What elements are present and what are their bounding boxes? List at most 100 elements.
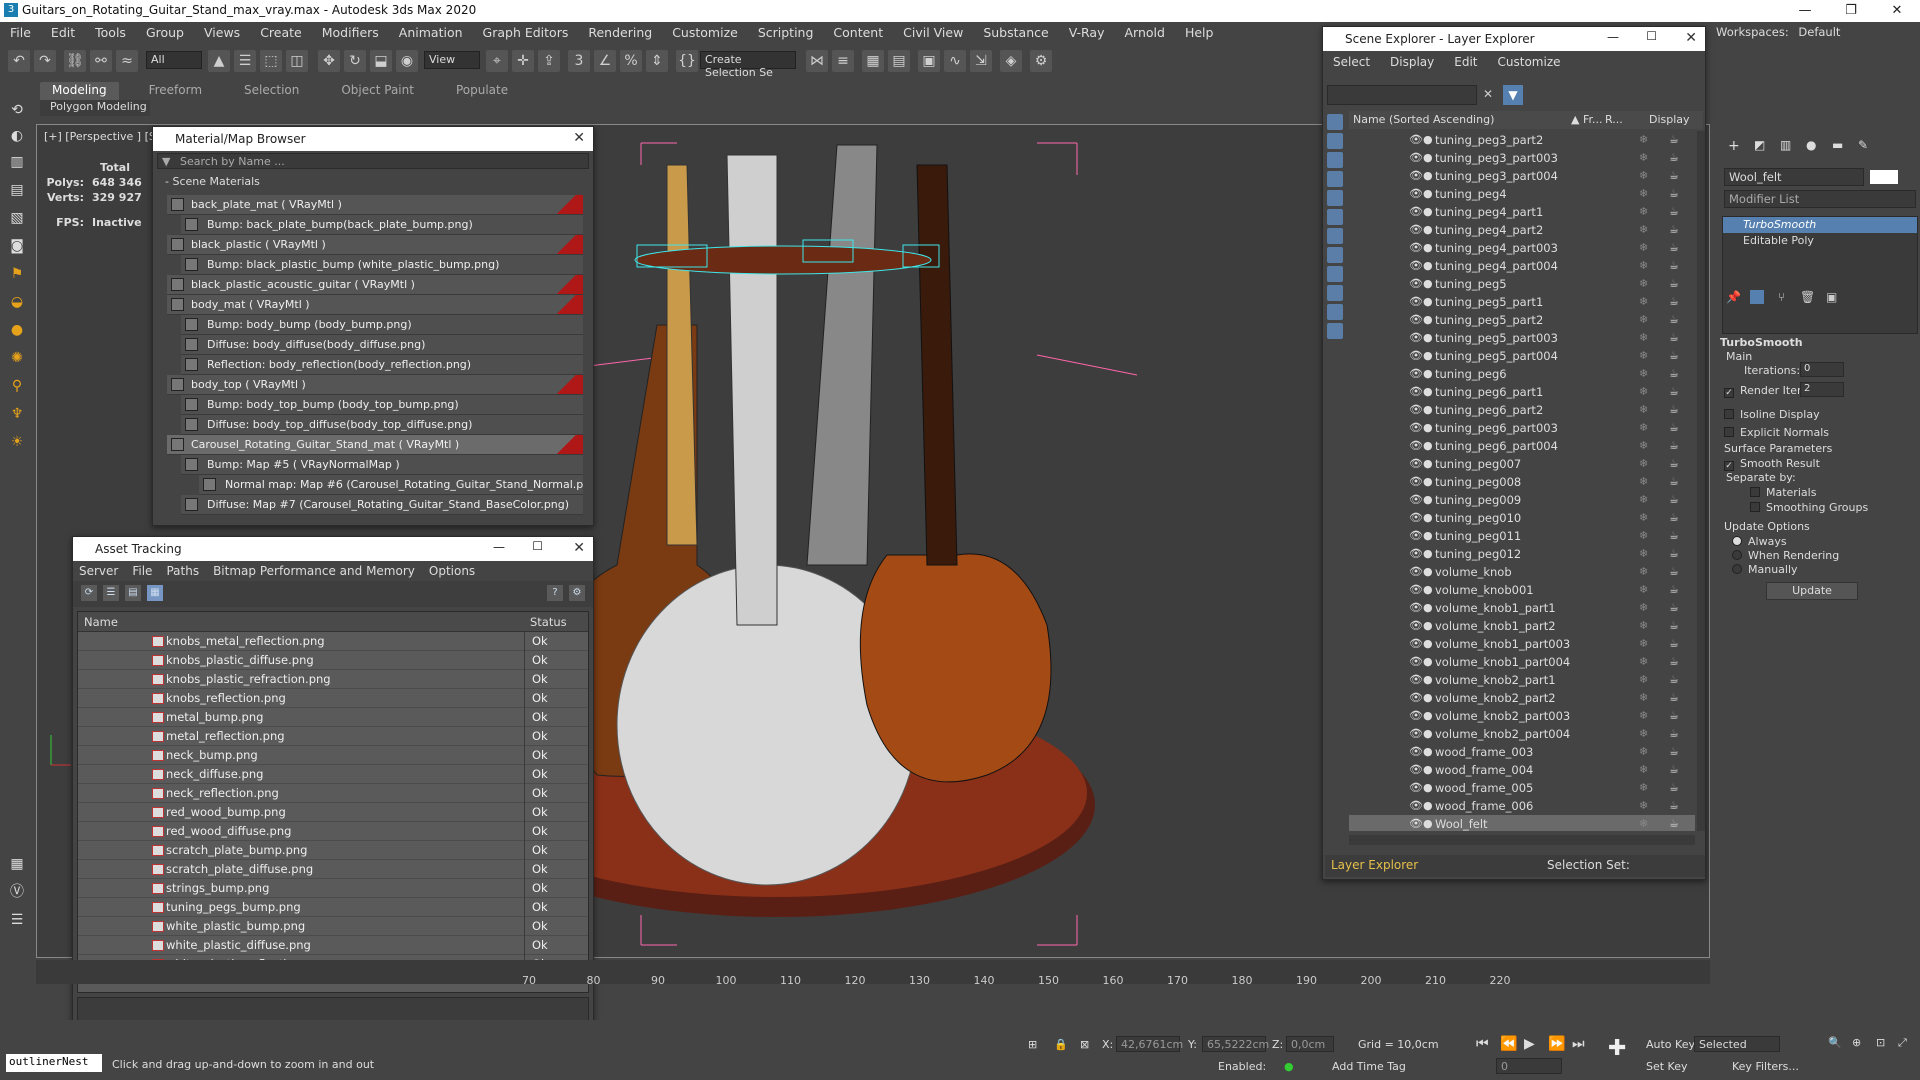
- map-item[interactable]: Bump: black_plastic_bump (white_plastic_…: [181, 255, 583, 275]
- freeze-icon[interactable]: ❄: [1639, 637, 1648, 650]
- visibility-eye-icon[interactable]: 👁●: [1409, 475, 1433, 488]
- menu-customize[interactable]: Customize: [662, 25, 748, 40]
- utilities-tab-icon[interactable]: ✎: [1858, 138, 1868, 152]
- smooth-result-checkbox[interactable]: ✓: [1724, 461, 1734, 471]
- key-mode-dropdown[interactable]: Selected: [1694, 1036, 1780, 1052]
- material-item[interactable]: Carousel_Rotating_Guitar_Stand_mat ( VRa…: [167, 435, 583, 455]
- list-item[interactable]: 👁● wood_frame_003 ❄ ☕: [1349, 743, 1695, 761]
- tab-populate[interactable]: Populate: [444, 82, 520, 100]
- tree-view-icon[interactable]: ▤: [125, 585, 141, 601]
- spacewarps-filter-icon[interactable]: [1327, 209, 1343, 225]
- material-item[interactable]: body_mat ( VRayMtl ): [167, 295, 583, 315]
- configure-sets-icon[interactable]: ▣: [1826, 290, 1837, 304]
- display-teapot-icon[interactable]: ☕: [1669, 727, 1679, 740]
- render-iters-spinner[interactable]: 2: [1800, 382, 1844, 397]
- scene-materials-header[interactable]: - Scene Materials: [157, 175, 589, 193]
- hierarchy-tab-icon[interactable]: ▥: [1780, 138, 1791, 152]
- material-item[interactable]: body_top ( VRayMtl ): [167, 375, 583, 395]
- scene-list-scrollbar[interactable]: [1697, 131, 1705, 831]
- table-row[interactable]: scratch_plate_diffuse.png Ok: [78, 860, 588, 879]
- visibility-eye-icon[interactable]: 👁●: [1409, 223, 1433, 236]
- keyboard-shortcut-icon[interactable]: ⇪: [538, 50, 560, 72]
- display-teapot-icon[interactable]: ☕: [1669, 709, 1679, 722]
- column-name[interactable]: Name: [84, 615, 118, 629]
- list-item[interactable]: 👁● tuning_peg007 ❄ ☕: [1349, 455, 1695, 473]
- visibility-eye-icon[interactable]: 👁●: [1409, 367, 1433, 380]
- visibility-eye-icon[interactable]: 👁●: [1409, 781, 1433, 794]
- display-tab-icon[interactable]: ▬: [1832, 138, 1843, 152]
- redo-icon[interactable]: ↷: [34, 50, 56, 72]
- material-browser-titlebar[interactable]: Material/Map Browser ✕: [153, 127, 593, 151]
- list-item[interactable]: 👁● tuning_peg4_part2 ❄ ☕: [1349, 221, 1695, 239]
- map-item[interactable]: Diffuse: body_top_diffuse(body_top_diffu…: [181, 415, 583, 435]
- list-item[interactable]: 👁● tuning_peg011 ❄ ☕: [1349, 527, 1695, 545]
- container-icon[interactable]: ▤: [7, 180, 27, 200]
- table-row[interactable]: neck_bump.png Ok: [78, 746, 588, 765]
- timeline[interactable]: 70 80 90 100 110 120 130 140 150 160 170 180 190 200 2…: [36, 960, 1710, 987]
- display-teapot-icon[interactable]: ☕: [1669, 817, 1679, 830]
- visibility-eye-icon[interactable]: 👁●: [1409, 331, 1433, 344]
- absolute-mode-icon[interactable]: ⊠: [1080, 1038, 1089, 1051]
- viewport-label[interactable]: [+] [Perspective ] [St: [44, 130, 160, 143]
- visibility-eye-icon[interactable]: 👁●: [1409, 691, 1433, 704]
- list-item[interactable]: 👁● tuning_peg012 ❄ ☕: [1349, 545, 1695, 563]
- maxscript-listener-input[interactable]: outlinerNest: [6, 1054, 102, 1072]
- table-row[interactable]: scratch_plate_bump.png Ok: [78, 841, 588, 860]
- freeze-icon[interactable]: ❄: [1639, 529, 1648, 542]
- freeze-icon[interactable]: ❄: [1639, 259, 1648, 272]
- schematic-view-icon[interactable]: ⇲: [970, 50, 992, 72]
- display-teapot-icon[interactable]: ☕: [1669, 547, 1679, 560]
- go-to-start-icon[interactable]: ⏮: [1476, 1036, 1489, 1052]
- scale-icon[interactable]: ⬓: [370, 50, 392, 72]
- current-frame-field[interactable]: 0: [1496, 1058, 1562, 1074]
- display-teapot-icon[interactable]: ☕: [1669, 277, 1679, 290]
- list-item[interactable]: 👁● volume_knob2_part1 ❄ ☕: [1349, 671, 1695, 689]
- table-view-icon[interactable]: ▦: [147, 585, 163, 601]
- visibility-eye-icon[interactable]: 👁●: [1409, 565, 1433, 578]
- list-item[interactable]: 👁● tuning_peg4_part1 ❄ ☕: [1349, 203, 1695, 221]
- explicit-normals-checkbox[interactable]: [1724, 427, 1734, 437]
- table-row[interactable]: knobs_plastic_refraction.png Ok: [78, 670, 588, 689]
- isoline-row[interactable]: Isoline Display: [1724, 408, 1820, 421]
- visibility-eye-icon[interactable]: 👁●: [1409, 529, 1433, 542]
- list-item[interactable]: 👁● tuning_peg4_part003 ❄ ☕: [1349, 239, 1695, 257]
- display-teapot-icon[interactable]: ☕: [1669, 223, 1679, 236]
- menu-edit[interactable]: Edit: [41, 25, 85, 40]
- unlink-icon[interactable]: ⚯: [90, 50, 112, 72]
- rotate-icon[interactable]: ↻: [344, 50, 366, 72]
- when-rendering-row[interactable]: When Rendering: [1732, 549, 1839, 562]
- percent-snap-icon[interactable]: %: [620, 50, 642, 72]
- visibility-eye-icon[interactable]: 👁●: [1409, 259, 1433, 272]
- stack-item-editable-poly[interactable]: Editable Poly: [1723, 233, 1917, 249]
- list-item[interactable]: 👁● tuning_peg3_part003 ❄ ☕: [1349, 149, 1695, 167]
- object-color-swatch[interactable]: [1870, 170, 1898, 184]
- geometry-icon[interactable]: ◒: [7, 292, 27, 312]
- settings-icon[interactable]: ⚙: [569, 585, 585, 601]
- key-filters-button[interactable]: Key Filters...: [1732, 1060, 1799, 1073]
- selection-filter-dropdown[interactable]: All: [146, 51, 202, 69]
- visibility-eye-icon[interactable]: 👁●: [1409, 637, 1433, 650]
- bones-filter-icon[interactable]: [1327, 266, 1343, 282]
- menu-file[interactable]: File: [0, 25, 41, 40]
- display-teapot-icon[interactable]: ☕: [1669, 367, 1679, 380]
- always-row[interactable]: Always: [1732, 535, 1787, 548]
- column-display[interactable]: Display: [1649, 113, 1690, 126]
- select-manipulate-icon[interactable]: ✛: [512, 50, 534, 72]
- isolate-icon[interactable]: ▧: [7, 208, 27, 228]
- go-to-end-icon[interactable]: ⏭: [1572, 1036, 1585, 1052]
- containers-filter-icon[interactable]: [1327, 285, 1343, 301]
- zoom-all-icon[interactable]: ⊕: [1852, 1036, 1861, 1049]
- visibility-eye-icon[interactable]: 👁●: [1409, 583, 1433, 596]
- tab-freeform[interactable]: Freeform: [137, 82, 214, 100]
- render-iters-checkbox[interactable]: ✓: [1724, 388, 1734, 398]
- groups-filter-icon[interactable]: [1327, 228, 1343, 244]
- list-item[interactable]: 👁● volume_knob2_part004 ❄ ☕: [1349, 725, 1695, 743]
- cameras-filter-icon[interactable]: [1327, 171, 1343, 187]
- visibility-eye-icon[interactable]: 👁●: [1409, 151, 1433, 164]
- material-item[interactable]: black_plastic ( VRayMtl ): [167, 235, 583, 255]
- list-item[interactable]: 👁● Wool_felt ❄ ☕: [1349, 815, 1695, 831]
- curve-editor-icon[interactable]: ∿: [944, 50, 966, 72]
- add-time-tag[interactable]: Add Time Tag: [1332, 1060, 1406, 1073]
- freeze-icon[interactable]: ❄: [1639, 601, 1648, 614]
- visibility-eye-icon[interactable]: 👁●: [1409, 205, 1433, 218]
